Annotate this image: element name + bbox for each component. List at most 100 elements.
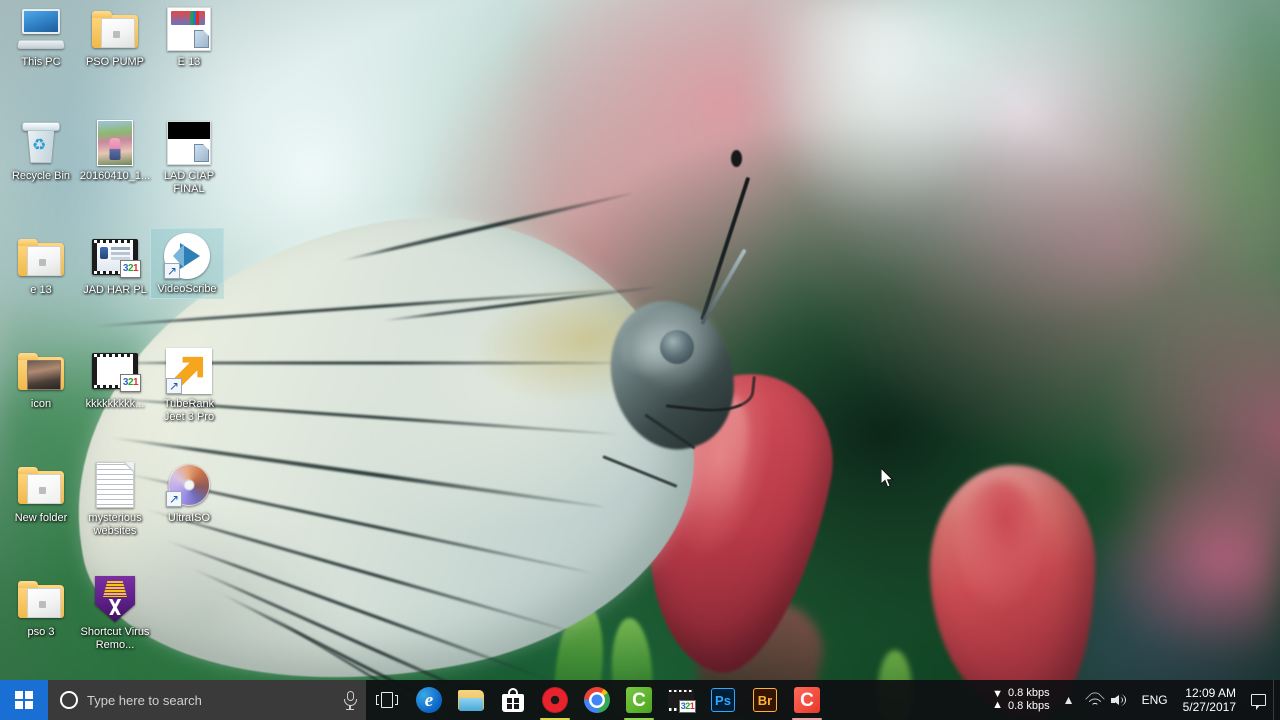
shortcut-arrow-icon: ↗ bbox=[164, 263, 180, 279]
download-rate: 0.8 kbps bbox=[1008, 687, 1050, 699]
desktop-icon-label: TubeRank Jeet 3 Pro bbox=[163, 398, 215, 423]
tuberank-arrow-icon: ↗ bbox=[165, 347, 213, 395]
system-tray: ▼ ▲ 0.8 kbps 0.8 kbps ▲ ENG 12:09 AM 5/2… bbox=[988, 680, 1280, 720]
document-thumbnail-black-icon bbox=[165, 119, 213, 167]
lined-document-icon bbox=[91, 461, 139, 509]
desktop-icon-pso-3[interactable]: pso 3 bbox=[4, 572, 78, 641]
search-placeholder: Type here to search bbox=[87, 692, 202, 708]
desktop-icon-jad-har-pl[interactable]: 321 JAD HAR PL bbox=[78, 230, 152, 299]
desktop-icon-label: New folder bbox=[14, 512, 68, 524]
desktop-icon-label: kkkkkkkkk... bbox=[85, 398, 145, 410]
desktop-icon-label: This PC bbox=[21, 56, 61, 68]
desktop-icon-kkkkk-video[interactable]: 321 kkkkkkkkk... bbox=[78, 344, 152, 413]
taskbar: Type here to search e C 3 2 1 Ps Br C ▼ … bbox=[0, 680, 1280, 720]
desktop-icon-shortcut-virus-remover[interactable]: Shortcut Virus Remo... bbox=[78, 572, 152, 653]
photoshop-icon: Ps bbox=[711, 688, 735, 712]
desktop-icon-photo[interactable]: 20160410_1... bbox=[78, 116, 152, 185]
action-center-icon[interactable] bbox=[1243, 680, 1273, 720]
taskbar-button-bridge[interactable]: Br bbox=[744, 680, 786, 720]
desktop-icon-label: UltraISO bbox=[167, 512, 211, 524]
taskbar-button-edge[interactable]: e bbox=[408, 680, 450, 720]
desktop-icon-this-pc[interactable]: This PC bbox=[4, 2, 78, 71]
taskbar-button-photoshop[interactable]: Ps bbox=[702, 680, 744, 720]
desktop-icon-icon-folder[interactable]: icon bbox=[4, 344, 78, 413]
camtasia-red-icon: C bbox=[794, 687, 820, 713]
show-hidden-icons-icon[interactable]: ▲ bbox=[1056, 680, 1082, 720]
desktop-icon-label: LAD CIAP FINAL bbox=[163, 170, 215, 195]
desktop-icon-label: e 13 bbox=[30, 284, 52, 296]
taskbar-button-microsoft-store[interactable] bbox=[492, 680, 534, 720]
taskbar-button-file-explorer[interactable] bbox=[450, 680, 492, 720]
video-film-icon: 321 bbox=[91, 233, 141, 281]
taskbar-button-opera[interactable] bbox=[534, 680, 576, 720]
opera-icon bbox=[542, 687, 568, 713]
clock-date: 5/27/2017 bbox=[1182, 700, 1236, 714]
network-rates: 0.8 kbps 0.8 kbps bbox=[1008, 687, 1050, 713]
task-view-icon bbox=[376, 692, 398, 708]
folder-icon bbox=[17, 233, 65, 281]
desktop-icon-ultraiso[interactable]: ↗ UltraISO bbox=[152, 458, 226, 527]
cortana-ring-icon[interactable] bbox=[60, 691, 78, 709]
bridge-icon: Br bbox=[753, 688, 777, 712]
desktop-icon-e-13[interactable]: E 13 bbox=[152, 2, 226, 71]
desktop-icon-label: VideoScribe bbox=[157, 283, 217, 295]
volume-icon[interactable] bbox=[1108, 680, 1134, 720]
desktop-icon-grid: This PC PSO PUMP E 13 ♻ Recycle Bin 2016… bbox=[0, 0, 240, 670]
desktop-icon-mysterious-websites[interactable]: mysterious websites bbox=[78, 458, 152, 539]
camtasia-green-icon: C bbox=[626, 687, 652, 713]
edge-icon: e bbox=[416, 687, 442, 713]
shortcut-arrow-icon: ↗ bbox=[166, 491, 182, 507]
videoscribe-icon: ↗ bbox=[163, 232, 211, 280]
search-input[interactable]: Type here to search bbox=[48, 680, 366, 720]
upload-arrow-icon: ▲ bbox=[992, 699, 1003, 711]
desktop-icon-label: pso 3 bbox=[27, 626, 55, 638]
video-film-blank-icon: 321 bbox=[91, 347, 141, 395]
windows-logo-icon bbox=[15, 691, 33, 709]
taskbar-button-camtasia-studio[interactable]: C bbox=[618, 680, 660, 720]
purple-crest-icon bbox=[91, 575, 139, 623]
desktop[interactable]: This PC PSO PUMP E 13 ♻ Recycle Bin 2016… bbox=[0, 0, 1280, 720]
network-speed-meter[interactable]: ▼ ▲ 0.8 kbps 0.8 kbps bbox=[988, 680, 1055, 720]
wifi-icon[interactable] bbox=[1082, 680, 1108, 720]
upload-rate: 0.8 kbps bbox=[1008, 700, 1050, 712]
folder-photo-icon bbox=[17, 347, 65, 395]
desktop-icon-label: PSO PUMP bbox=[85, 56, 145, 68]
clock-time: 12:09 AM bbox=[1185, 686, 1236, 700]
desktop-icon-lad-ciap-final[interactable]: LAD CIAP FINAL bbox=[152, 116, 226, 197]
file-explorer-icon bbox=[458, 689, 484, 711]
start-button[interactable] bbox=[0, 680, 48, 720]
taskbar-button-chrome[interactable] bbox=[576, 680, 618, 720]
microphone-icon[interactable] bbox=[342, 690, 358, 710]
show-desktop-button[interactable] bbox=[1273, 680, 1278, 720]
document-thumbnail-icon bbox=[165, 5, 213, 53]
taskbar-button-video-converter[interactable]: 321 bbox=[660, 680, 702, 720]
desktop-icon-videoscribe[interactable]: ↗ VideoScribe bbox=[150, 228, 224, 299]
taskbar-button-camtasia-recorder[interactable]: C bbox=[786, 680, 828, 720]
disc-icon: ↗ bbox=[165, 461, 213, 509]
desktop-icon-label: mysterious websites bbox=[88, 512, 142, 537]
desktop-icon-new-folder[interactable]: New folder bbox=[4, 458, 78, 527]
desktop-icon-label: JAD HAR PL bbox=[83, 284, 147, 296]
taskbar-button-task-view[interactable] bbox=[366, 680, 408, 720]
desktop-icon-label: Shortcut Virus Remo... bbox=[80, 626, 150, 651]
store-icon bbox=[502, 688, 524, 712]
recycle-bin-icon: ♻ bbox=[17, 119, 65, 167]
desktop-icon-tuberank-jeet-3-pro[interactable]: ↗ TubeRank Jeet 3 Pro bbox=[152, 344, 226, 425]
folder-icon bbox=[17, 461, 65, 509]
desktop-icon-e13-folder[interactable]: e 13 bbox=[4, 230, 78, 299]
video-321-icon: 321 bbox=[668, 689, 696, 713]
shortcut-arrow-icon: ↗ bbox=[166, 378, 182, 394]
desktop-icon-label: Recycle Bin bbox=[11, 170, 71, 182]
photo-thumbnail-icon bbox=[91, 119, 139, 167]
clock[interactable]: 12:09 AM 5/27/2017 bbox=[1176, 680, 1243, 720]
monitor-icon bbox=[16, 5, 66, 53]
desktop-icon-label: E 13 bbox=[177, 56, 201, 68]
desktop-icon-label: icon bbox=[30, 398, 52, 410]
chrome-icon bbox=[584, 687, 610, 713]
desktop-icon-pso-pump[interactable]: PSO PUMP bbox=[78, 2, 152, 71]
network-arrows-icon: ▼ ▲ bbox=[992, 689, 1003, 711]
language-indicator[interactable]: ENG bbox=[1134, 680, 1176, 720]
desktop-icon-recycle-bin[interactable]: ♻ Recycle Bin bbox=[4, 116, 78, 185]
folder-icon bbox=[91, 5, 139, 53]
folder-icon bbox=[17, 575, 65, 623]
